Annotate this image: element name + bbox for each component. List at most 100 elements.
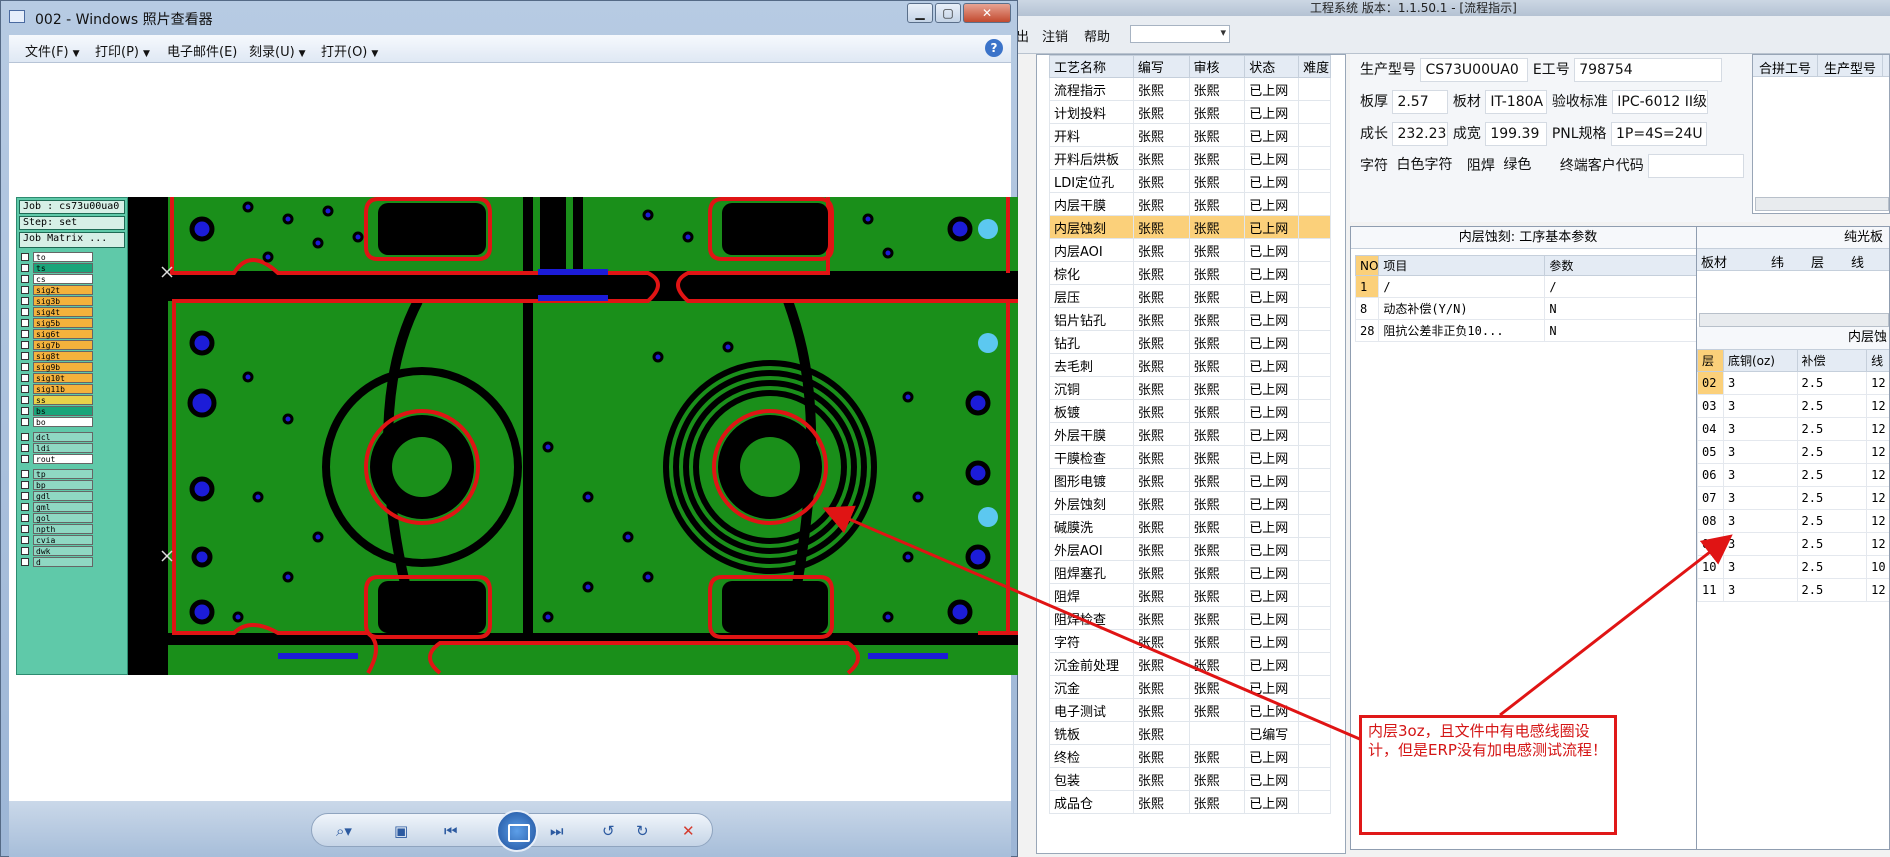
process-row[interactable]: 流程指示 张熙 张熙 已上网 [1049,77,1331,101]
col-process-name[interactable]: 工艺名称 [1049,55,1134,78]
process-row[interactable]: LDI定位孔 张熙 张熙 已上网 [1049,169,1331,193]
process-row[interactable]: 外层AOI 张熙 张熙 已上网 [1049,537,1331,561]
cam-layer-item[interactable]: dwk [19,546,107,557]
cam-layer-checkbox[interactable] [21,407,29,415]
cam-layer-checkbox[interactable] [21,319,29,327]
layer-col-line[interactable]: 线 [1866,349,1889,372]
cam-layer-item[interactable]: sig2t [19,285,107,296]
layer-hdr2-line[interactable]: 线 [1847,249,1868,274]
process-row[interactable]: 干膜检查 张熙 张熙 已上网 [1049,445,1331,469]
cam-layer-item[interactable]: gdl [19,491,107,502]
menu-open[interactable]: 打开(O) ▼ [321,41,378,60]
process-row[interactable]: 开料后烘板 张熙 张熙 已上网 [1049,146,1331,170]
cam-layer-item[interactable]: bs [19,406,107,417]
material-field[interactable]: IT-180A [1485,90,1548,114]
cam-layer-item[interactable]: sig3b [19,296,107,307]
process-row[interactable]: 阻焊塞孔 张熙 张熙 已上网 [1049,560,1331,584]
cam-layer-checkbox[interactable] [21,418,29,426]
cam-layer-checkbox[interactable] [21,433,29,441]
layer-col-layer[interactable]: 层 [1697,349,1724,372]
cam-layer-item[interactable]: cvia [19,535,107,546]
char-field[interactable]: 白色字符 [1392,154,1462,178]
process-row[interactable]: 包装 张熙 张熙 已上网 [1049,767,1331,791]
layer-hdr2-material[interactable]: 板材 [1697,249,1767,274]
layer-row[interactable]: 10 3 2.5 10 [1697,555,1889,579]
cam-layer-item[interactable]: ss [19,395,107,406]
cam-layer-checkbox[interactable] [21,253,29,261]
previous-icon[interactable]: ⏮ [444,822,458,840]
col-author[interactable]: 编写 [1132,55,1190,78]
erp-menu-help[interactable]: 帮助 [1084,26,1110,45]
minimize-button[interactable]: ▁ [907,3,933,23]
process-row[interactable]: 图形电镀 张熙 张熙 已上网 [1049,468,1331,492]
help-icon[interactable]: ? [985,39,1003,57]
process-row[interactable]: 计划投料 张熙 张熙 已上网 [1049,100,1331,124]
cam-layer-checkbox[interactable] [21,444,29,452]
cam-layer-item[interactable]: sig6t [19,329,107,340]
width-field[interactable]: 199.39 [1485,122,1548,146]
next-icon[interactable]: ⏭ [550,822,564,840]
mask-field[interactable]: 绿色 [1499,154,1555,178]
cam-layer-checkbox[interactable] [21,363,29,371]
col-reviewer[interactable]: 审核 [1188,55,1246,78]
process-row[interactable]: 去毛刺 张熙 张熙 已上网 [1049,353,1331,377]
process-row[interactable]: 成品仓 张熙 张熙 已上网 [1049,790,1331,814]
cam-layer-item[interactable]: gml [19,502,107,513]
layer-row[interactable]: 02 3 2.5 12 [1697,371,1889,395]
cam-layer-item[interactable]: npth [19,524,107,535]
process-row[interactable]: 内层蚀刻 张熙 张熙 已上网 [1049,215,1331,239]
e-no-field[interactable]: 798754 [1574,58,1723,82]
process-row[interactable]: 阻焊检查 张熙 张熙 已上网 [1049,606,1331,630]
prod-model-field[interactable]: CS73U00UA0 [1420,58,1529,82]
thickness-field[interactable]: 2.57 [1392,90,1449,114]
param-row[interactable]: 8 动态补偿(Y/N) N [1354,297,1702,320]
param-col-no[interactable]: NO [1354,255,1380,276]
cam-layer-checkbox[interactable] [21,455,29,463]
viewer-title-bar[interactable]: 002 - Windows 照片查看器 ▁ ▢ ✕ [1,1,1019,35]
cam-layer-checkbox[interactable] [21,275,29,283]
cam-layer-checkbox[interactable] [21,481,29,489]
cam-layer-item[interactable]: sig10t [19,373,107,384]
rotate-left-icon[interactable]: ↺ [602,822,615,840]
param-col-item[interactable]: 项目 [1378,255,1546,276]
cam-layer-item[interactable]: sig9b [19,362,107,373]
cam-layer-item[interactable]: sig5b [19,318,107,329]
cam-layer-checkbox[interactable] [21,396,29,404]
cam-layer-item[interactable]: bo [19,417,107,428]
cam-layer-checkbox[interactable] [21,514,29,522]
layer-col-copper[interactable]: 底铜(oz) [1722,349,1798,372]
layer-row[interactable]: 08 3 2.5 12 [1697,509,1889,533]
menu-email[interactable]: 电子邮件(E) [167,41,237,60]
process-row[interactable]: 外层蚀刻 张熙 张熙 已上网 [1049,491,1331,515]
layer-hdr2-weft[interactable]: 纬 [1767,249,1807,274]
cam-layer-item[interactable]: d [19,557,107,568]
maximize-button[interactable]: ▢ [935,3,961,23]
col-status[interactable]: 状态 [1244,55,1300,78]
cam-layer-checkbox[interactable] [21,536,29,544]
cam-layer-item[interactable]: sig7b [19,340,107,351]
process-row[interactable]: 板镀 张熙 张熙 已上网 [1049,399,1331,423]
layer-row[interactable]: 07 3 2.5 12 [1697,486,1889,510]
layer-row[interactable]: 06 3 2.5 12 [1697,463,1889,487]
cam-layer-checkbox[interactable] [21,525,29,533]
menu-file[interactable]: 文件(F) ▼ [25,41,80,60]
layer-row[interactable]: 04 3 2.5 12 [1697,417,1889,441]
menu-print[interactable]: 打印(P) ▼ [95,41,150,60]
pnl-field[interactable]: 1P=4S=24U [1610,122,1707,146]
layer-row[interactable]: 11 3 2.5 12 [1697,578,1889,602]
process-row[interactable]: 铣板 张熙 已编写 [1049,721,1331,745]
process-row[interactable]: 铝片钻孔 张熙 张熙 已上网 [1049,307,1331,331]
erp-menu-logout[interactable]: 注销 [1042,26,1068,45]
length-field[interactable]: 232.23 [1392,122,1449,146]
cam-layer-item[interactable]: sig4t [19,307,107,318]
layer-scrollbar[interactable] [1699,313,1889,327]
merge-col-model[interactable]: 生产型号 [1818,55,1884,76]
cam-layer-checkbox[interactable] [21,352,29,360]
process-row[interactable]: 终检 张熙 张熙 已上网 [1049,744,1331,768]
col-difficulty[interactable]: 难度 [1298,55,1331,78]
merge-scrollbar[interactable] [1755,197,1889,211]
process-row[interactable]: 开料 张熙 张熙 已上网 [1049,123,1331,147]
menu-burn[interactable]: 刻录(U) ▼ [249,41,306,60]
process-row[interactable]: 钻孔 张熙 张熙 已上网 [1049,330,1331,354]
process-row[interactable]: 沉铜 张熙 张熙 已上网 [1049,376,1331,400]
